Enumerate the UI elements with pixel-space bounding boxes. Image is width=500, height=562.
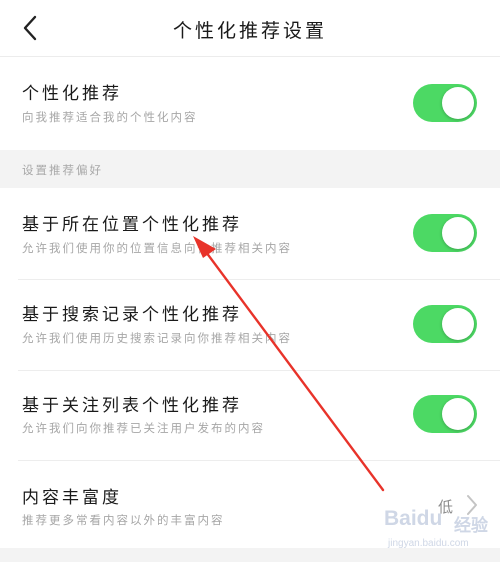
pref-row-search: 基于搜索记录个性化推荐 允许我们使用历史搜索记录向你推荐相关内容 (0, 280, 500, 370)
personal-recommend-row: 个性化推荐 向我推荐适合我的个性化内容 (0, 57, 500, 150)
pref-subtitle: 允许我们使用你的位置信息向你推荐相关内容 (22, 241, 292, 255)
toggle-knob (442, 87, 474, 119)
pref-row-follow: 基于关注列表个性化推荐 允许我们向你推荐已关注用户发布的内容 (0, 371, 500, 460)
personal-recommend-toggle[interactable] (413, 84, 477, 122)
pref-title: 基于所在位置个性化推荐 (22, 215, 242, 235)
watermark-brand-cn: 经验 (454, 516, 488, 536)
pref-toggle-follow[interactable] (413, 395, 477, 433)
page-title: 个性化推荐设置 (172, 20, 327, 42)
pref-title: 基于关注列表个性化推荐 (22, 396, 242, 416)
richness-title: 内容丰富度 (22, 488, 122, 508)
toggle-knob (442, 217, 474, 249)
pref-subtitle: 允许我们向你推荐已关注用户发布的内容 (22, 421, 265, 435)
pref-subtitle: 允许我们使用历史搜索记录向你推荐相关内容 (22, 331, 292, 345)
pref-toggle-search[interactable] (413, 305, 477, 343)
toggle-knob (442, 398, 474, 430)
toggle-knob (442, 308, 474, 340)
watermark-brand: Baidu (384, 507, 443, 530)
watermark-url: jingyan.baidu.com (388, 538, 469, 549)
pref-title: 基于搜索记录个性化推荐 (22, 305, 242, 325)
personal-recommend-title: 个性化推荐 (22, 84, 122, 104)
pref-row-location: 基于所在位置个性化推荐 允许我们使用你的位置信息向你推荐相关内容 (0, 188, 500, 279)
watermark-logo: Baidu 经验 jingyan.baidu.com (380, 505, 500, 555)
section-label: 设置推荐偏好 (22, 163, 103, 177)
pref-toggle-location[interactable] (413, 214, 477, 252)
nav-bar: 个性化推荐设置 (0, 0, 500, 57)
personal-recommend-subtitle: 向我推荐适合我的个性化内容 (22, 110, 198, 124)
richness-subtitle: 推荐更多常看内容以外的丰富内容 (22, 513, 225, 527)
section-header: 设置推荐偏好 (0, 150, 500, 188)
